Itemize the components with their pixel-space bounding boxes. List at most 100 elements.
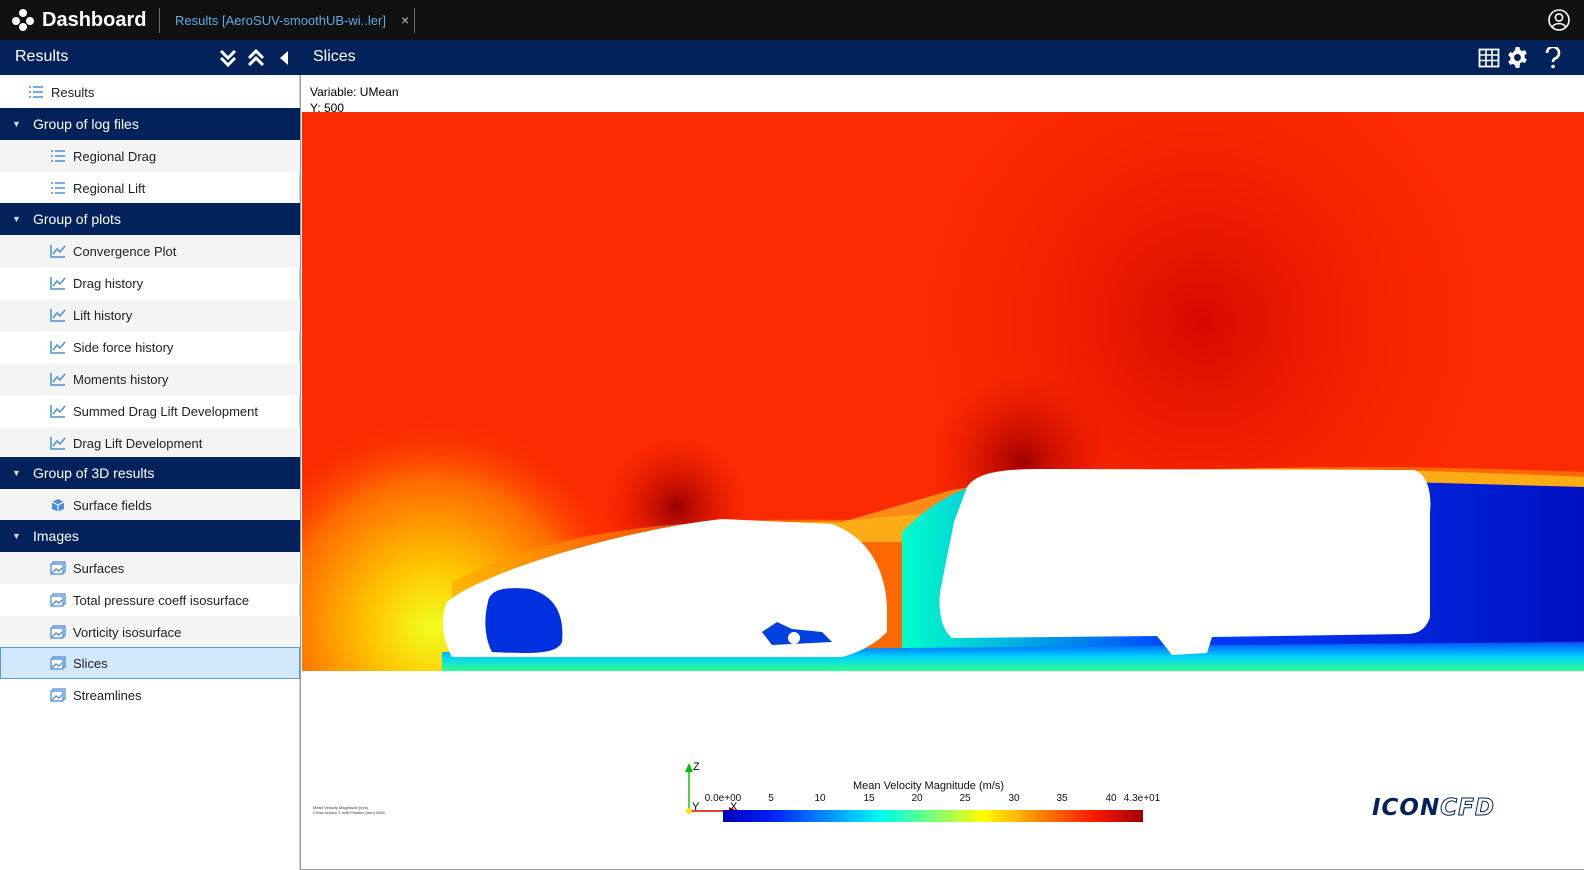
group-label: Group of 3D results — [33, 465, 155, 481]
tree-item-total-pressure[interactable]: Total pressure coeff isosurface — [0, 584, 300, 616]
tree-item-surface-fields[interactable]: Surface fields — [0, 489, 300, 521]
tree-item-label: Regional Lift — [73, 180, 146, 196]
axis-y-label: Y — [692, 801, 700, 813]
caret-down-icon: ▼ — [12, 468, 21, 478]
line-chart-icon — [50, 437, 66, 450]
line-chart-icon — [50, 405, 66, 418]
tree-item-side-force-history[interactable]: Side force history — [0, 331, 300, 363]
logo-text-cfd: CFD — [1440, 795, 1495, 822]
double-chevron-down-icon[interactable] — [218, 48, 238, 68]
tree-item-label: Results — [51, 84, 95, 100]
document-tab[interactable]: Results [AeroSUV-smoothUB-wi..ler] — [175, 0, 386, 40]
tree-item-regional-lift[interactable]: Regional Lift — [0, 172, 300, 204]
slices-panel-header: Slices — [300, 40, 1584, 75]
colorbar-tick: 25 — [959, 793, 971, 804]
collapse-panel-icon[interactable] — [274, 48, 294, 68]
tree-item-surfaces[interactable]: Surfaces — [0, 552, 300, 584]
colorbar-tick: 5 — [768, 793, 774, 804]
list-icon — [51, 150, 65, 162]
tree-item-label: Streamlines — [73, 687, 142, 703]
tree-item-moments-history[interactable]: Moments history — [0, 363, 300, 395]
user-account-icon[interactable] — [1548, 9, 1570, 31]
colorbar-tick: 30 — [1008, 793, 1020, 804]
grid-icon[interactable] — [1478, 47, 1500, 69]
colorbar-tick: 40 — [1105, 793, 1117, 804]
tree-item-label: Slices — [73, 655, 108, 671]
tree-item-drag-lift-development[interactable]: Drag Lift Development — [0, 427, 300, 459]
colorbar-title: Mean Velocity Magnitude (m/s) — [853, 780, 1005, 792]
divider — [414, 8, 415, 33]
cube-icon — [51, 499, 65, 512]
group-log-files[interactable]: ▼ Group of log files — [0, 108, 300, 140]
caret-down-icon: ▼ — [12, 531, 21, 541]
colorbar-gradient — [723, 810, 1143, 822]
tree-item-streamlines[interactable]: Streamlines — [0, 679, 300, 711]
list-icon — [51, 182, 65, 194]
gear-icon[interactable] — [1506, 46, 1529, 69]
app-title: Dashboard — [42, 8, 147, 31]
image-icon — [50, 561, 66, 575]
line-chart-icon — [50, 245, 66, 258]
results-tree: Results ▼ Group of log files Regional Dr… — [0, 75, 300, 870]
tree-item-label: Lift history — [73, 307, 133, 323]
tree-item-lift-history[interactable]: Lift history — [0, 299, 300, 331]
icon-cfd-logo: ICONCFD — [1372, 795, 1495, 822]
results-panel-title: Results — [15, 48, 69, 65]
line-chart-icon — [50, 341, 66, 354]
help-icon[interactable] — [1544, 47, 1562, 69]
top-bar: Dashboard Results [AeroSUV-smoothUB-wi..… — [0, 0, 1584, 40]
group-label: Images — [33, 528, 79, 544]
results-panel-header: Results — [0, 40, 300, 75]
group-3d-results[interactable]: ▼ Group of 3D results — [0, 457, 300, 489]
group-label: Group of log files — [33, 116, 139, 132]
divider — [159, 8, 160, 33]
list-icon — [29, 86, 43, 98]
tree-item-regional-drag[interactable]: Regional Drag — [0, 140, 300, 172]
tree-item-label: Vorticity isosurface — [73, 624, 182, 640]
velocity-slice-image — [302, 112, 1584, 671]
line-chart-icon — [50, 373, 66, 386]
tree-item-label: Drag history — [73, 275, 144, 291]
tree-item-label: Regional Drag — [73, 148, 157, 164]
tree-item-vorticity[interactable]: Vorticity isosurface — [0, 616, 300, 648]
line-chart-icon — [50, 309, 66, 322]
tree-item-label: Convergence Plot — [73, 243, 177, 259]
tree-item-label: Moments history — [73, 371, 169, 387]
image-icon — [50, 625, 66, 639]
logo-text-icon: ICON — [1372, 795, 1441, 821]
colorbar-tick: 0.0e+00 — [704, 793, 742, 804]
caret-down-icon: ▼ — [12, 214, 21, 224]
tree-root-results[interactable]: Results — [0, 76, 300, 108]
group-images[interactable]: ▼ Images — [0, 520, 300, 552]
tree-item-convergence-plot[interactable]: Convergence Plot — [0, 235, 300, 267]
tree-item-label: Total pressure coeff isosurface — [73, 592, 250, 608]
brand[interactable]: Dashboard — [12, 0, 146, 40]
slices-panel-title: Slices — [313, 48, 356, 65]
variable-line: Variable: UMean — [310, 85, 399, 99]
tree-item-label: Side force history — [73, 339, 174, 355]
double-chevron-up-icon[interactable] — [246, 48, 266, 68]
image-icon — [50, 593, 66, 607]
group-label: Group of plots — [33, 211, 121, 227]
tree-item-drag-history[interactable]: Drag history — [0, 267, 300, 299]
slice-viewer[interactable]: Variable: UMean Y: 500 Z Y X Mean Veloci… — [300, 75, 1584, 870]
tree-item-label: Drag Lift Development — [73, 435, 203, 451]
tree-item-slices[interactable]: Slices — [0, 647, 300, 679]
tree-item-label: Summed Drag Lift Development — [73, 403, 258, 419]
tree-item-summed-drag-lift[interactable]: Summed Drag Lift Development — [0, 395, 300, 427]
image-icon — [50, 656, 66, 670]
image-icon — [50, 688, 66, 702]
tab-close-icon[interactable]: × — [401, 12, 409, 28]
tree-item-label: Surfaces — [73, 560, 125, 576]
colorbar-tick: 10 — [814, 793, 826, 804]
group-plots[interactable]: ▼ Group of plots — [0, 203, 300, 235]
colorbar-tick: 15 — [863, 793, 875, 804]
legend-note-line-2: Cross section Y with Position (mm) 0000 — [313, 810, 385, 815]
orientation-axes-icon: Z Y X — [685, 761, 738, 815]
tree-item-label: Surface fields — [73, 497, 152, 513]
axis-z-label: Z — [693, 761, 700, 773]
colorbar-ticks: 0.0e+00 5 10 15 20 25 30 35 40 4.3e+01 — [701, 793, 1171, 807]
line-chart-icon — [50, 277, 66, 290]
caret-down-icon: ▼ — [12, 119, 21, 129]
dashboard-logo-icon — [12, 9, 34, 31]
